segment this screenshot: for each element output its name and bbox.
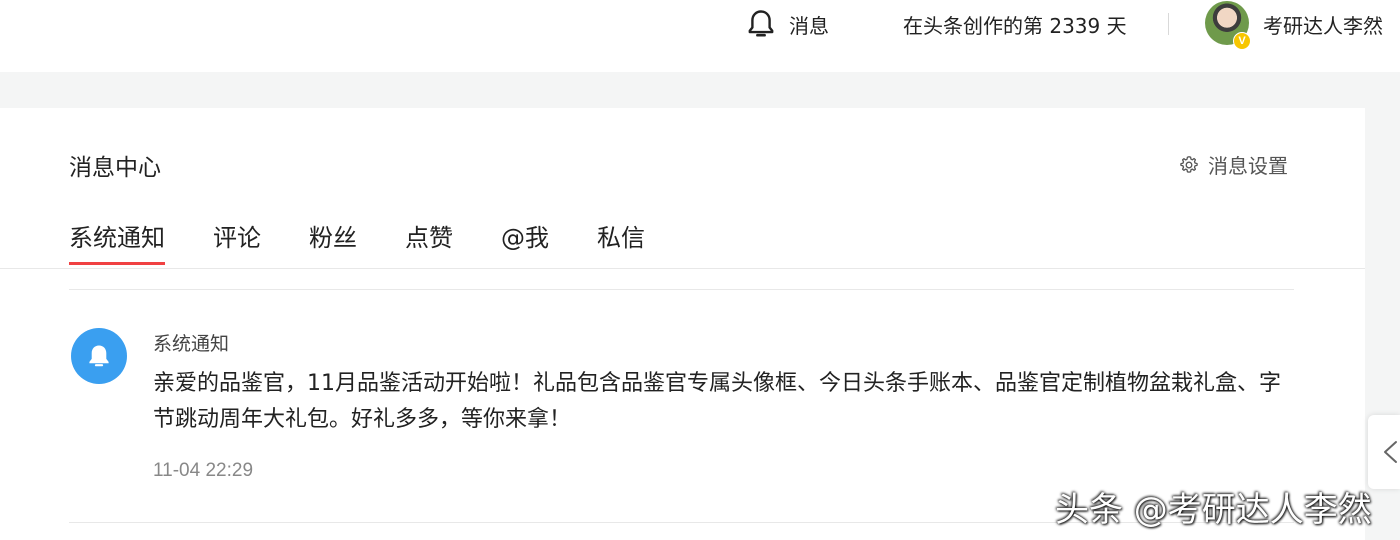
bell-icon [748, 10, 774, 37]
tab-followers[interactable]: 粉丝 [309, 218, 357, 253]
messages-label: 消息 [789, 13, 829, 38]
notification-avatar [71, 328, 127, 384]
username-link[interactable]: 考研达人李然 [1263, 10, 1383, 39]
notification-source: 系统通知 [153, 333, 230, 355]
tab-comments[interactable]: 评论 [213, 218, 261, 253]
message-settings-button[interactable]: 消息设置 [1179, 150, 1288, 179]
bell-icon [89, 345, 109, 367]
tab-mentions[interactable]: @我 [501, 218, 549, 253]
messages-button[interactable]: 消息 [745, 6, 829, 42]
tab-private-messages[interactable]: 私信 [597, 218, 645, 253]
tab-likes[interactable]: 点赞 [405, 218, 453, 253]
tab-system-notice[interactable]: 系统通知 [69, 218, 165, 265]
side-float-button[interactable] [1368, 415, 1400, 489]
page-title: 消息中心 [69, 155, 161, 181]
header-divider [1168, 13, 1169, 35]
gear-icon [1180, 155, 1198, 173]
message-center-panel: 消息中心 消息设置 系统通知 评论 粉丝 点赞 @我 私信 系统通知 亲爱的品鉴… [0, 108, 1365, 540]
message-settings-label: 消息设置 [1208, 154, 1288, 178]
list-divider [69, 289, 1294, 290]
tabs-divider [0, 268, 1365, 269]
notification-body: 亲爱的品鉴官，11月品鉴活动开始啦！礼品包含品鉴官专属头像框、今日头条手账本、品… [153, 371, 1281, 432]
notification-time: 11-04 22:29 [153, 460, 254, 481]
verified-badge-icon: V [1233, 32, 1251, 50]
watermark: 头条 @考研达人李然 [1055, 490, 1372, 530]
chevron-icon [1384, 441, 1397, 463]
creation-days-text: 在头条创作的第 2339 天 [903, 14, 1127, 38]
top-bar: 消息 在头条创作的第 2339 天 V 考研达人李然 [0, 0, 1400, 72]
